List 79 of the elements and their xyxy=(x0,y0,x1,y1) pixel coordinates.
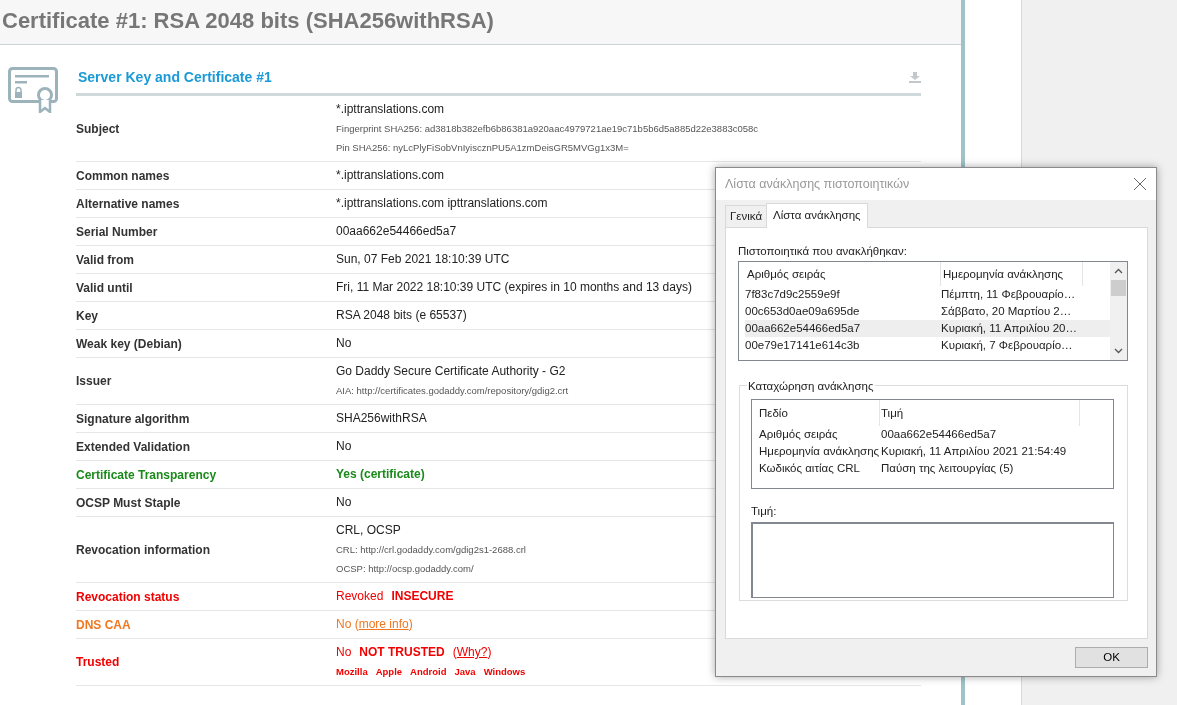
scroll-down-icon[interactable] xyxy=(1114,348,1123,355)
field-value: 00aa662e54466ed5a7 xyxy=(336,224,457,238)
field-label: Revocation status xyxy=(76,588,181,606)
field-value: *.ipttranslations.com xyxy=(336,168,445,182)
detail-text: Fingerprint SHA256: ad3818b382efb6b86381a920aac4979721ae19c71b5b6d5a885d22e3883c058c xyxy=(336,123,759,134)
field-value: INSECURE xyxy=(391,589,454,603)
field-label: DNS CAA xyxy=(76,616,132,634)
column-header[interactable]: Ημερομηνία ανάκλησης xyxy=(941,262,1083,287)
field-name: Αριθμός σειράς xyxy=(759,427,839,443)
value-label: Τιμή: xyxy=(751,504,778,520)
field-value: ) xyxy=(408,617,413,631)
detail-text: CRL: http://crl.godaddy.com/gdig2s1-2688.crl xyxy=(336,544,526,555)
field-value: Fri, 11 Mar 2022 18:10:39 UTC (expires in 10 months and 13 days) xyxy=(336,280,692,294)
field-value: Sun, 07 Feb 2021 18:10:39 UTC xyxy=(336,252,510,266)
detail-text: Pin SHA256: nyLcPlyFiSobVnIyiscznPU5A1zmDeisGR5MVGg1x3M= xyxy=(336,142,629,153)
field-label: Certificate Transparency xyxy=(76,466,218,484)
field-name: Ημερομηνία ανάκλησης xyxy=(759,444,880,460)
column-header[interactable]: Πεδίο xyxy=(759,400,880,427)
column-header[interactable]: Τιμή xyxy=(880,400,1080,427)
platform-label: Java xyxy=(454,666,476,677)
field-label: Extended Validation xyxy=(76,438,192,456)
list-row[interactable]: 00c653d0ae09a695de Σάββατο, 20 Μαρτίου 2… xyxy=(745,303,1110,321)
field-value: ( xyxy=(452,645,457,659)
field-label: Issuer xyxy=(76,373,113,390)
platform-label: Android xyxy=(410,666,447,677)
field-value: No xyxy=(336,495,352,509)
field-value: CRL, OCSP xyxy=(336,523,401,537)
field-label: Alternative names xyxy=(76,195,181,213)
dialog-title: Λίστα ανάκλησης πιστοποιητικών xyxy=(725,175,910,193)
scroll-up-icon[interactable] xyxy=(1114,268,1123,275)
platform-label: Mozilla xyxy=(336,666,368,677)
field-value: ) xyxy=(487,645,492,659)
field-value: SHA256withRSA xyxy=(336,411,427,425)
field-value: 00aa662e54466ed5a7 xyxy=(880,427,998,443)
list-row[interactable]: 00aa662e54466ed5a7 Κυριακή, 11 Απριλίου 20… xyxy=(745,320,1110,338)
field-name: Κωδικός αιτίας CRL xyxy=(759,461,861,477)
tab[interactable]: Λίστα ανάκλησης xyxy=(766,202,868,228)
field-label: Key xyxy=(76,307,99,325)
field-value: No xyxy=(336,645,352,659)
field-label: Common names xyxy=(76,167,171,185)
list-label: Πιστοποιητικά που ανακλήθηκαν: xyxy=(738,244,908,259)
field-value: Revoked xyxy=(336,589,384,603)
link[interactable]: Why? xyxy=(456,645,488,659)
field-label: Subject xyxy=(76,120,121,138)
field-label: Valid from xyxy=(76,251,135,269)
field-value: Παύση της λειτουργίας (5) xyxy=(880,461,1015,477)
field-value: Κυριακή, 11 Απριλίου 2021 21:54:49 xyxy=(880,444,1068,460)
platform-label: Windows xyxy=(483,666,526,677)
field-label: Serial Number xyxy=(76,223,159,241)
section-title: Server Key and Certificate #1 xyxy=(78,68,272,87)
scrollbar-thumb[interactable] xyxy=(1111,280,1126,297)
field-label: Revocation information xyxy=(76,541,211,559)
certificate-icon xyxy=(8,67,58,113)
column-header[interactable]: Αριθμός σειράς xyxy=(745,262,941,287)
detail-text: AIA: http://certificates.godaddy.com/repository/gdig2.crt xyxy=(336,385,569,396)
tab[interactable]: Γενικά xyxy=(725,204,768,227)
field-value: No ( xyxy=(336,617,359,631)
field-value: RSA 2048 bits (e 65537) xyxy=(336,308,467,322)
field-label: Valid until xyxy=(76,279,134,297)
list-row[interactable]: 00e79e17141e614c3b Κυριακή, 7 Φεβρουαρίο… xyxy=(745,337,1110,355)
field-value: NOT TRUSTED xyxy=(359,645,445,659)
field-value: Go Daddy Secure Certificate Authority - G2 xyxy=(336,364,566,378)
field-value: No xyxy=(336,336,352,350)
field-value: *.ipttranslations.com ipttranslations.com xyxy=(336,196,548,210)
field-label: OCSP Must Staple xyxy=(76,494,182,512)
field-value: No xyxy=(336,439,352,453)
field-label: Weak key (Debian) xyxy=(76,335,183,353)
value-field[interactable] xyxy=(751,521,1114,598)
platform-label: Apple xyxy=(375,666,403,677)
field-label: Trusted xyxy=(76,654,121,671)
field-label: Signature algorithm xyxy=(76,410,191,428)
field-value: *.ipttranslations.com xyxy=(336,102,445,116)
detail-text: OCSP: http://ocsp.godaddy.com/ xyxy=(336,563,474,574)
field-value: Yes (certificate) xyxy=(336,467,425,481)
scrollbar[interactable] xyxy=(1110,262,1127,361)
close-button[interactable] xyxy=(1132,176,1148,192)
page-title: Certificate #1: RSA 2048 bits (SHA256withRSA) xyxy=(0,0,961,45)
ok-button[interactable]: OK xyxy=(1075,647,1148,668)
list-row[interactable]: 7f83c7d9c2559e9f Πέμπτη, 11 Φεβρουαρίο… xyxy=(745,286,1110,304)
